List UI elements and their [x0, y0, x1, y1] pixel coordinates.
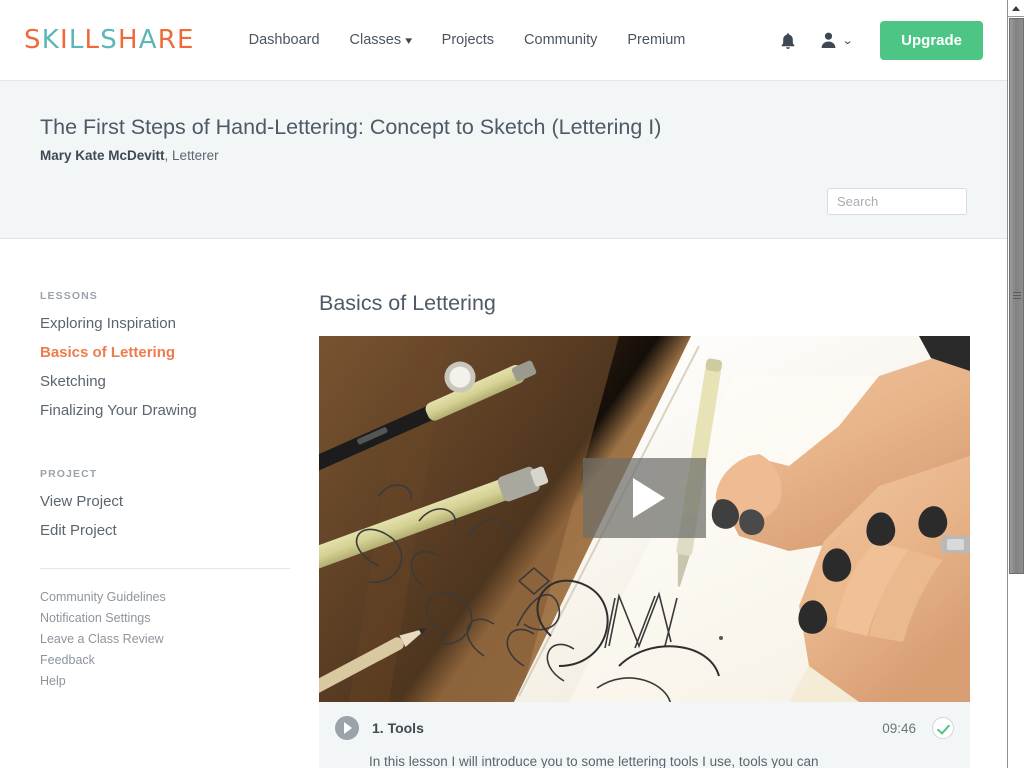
sidebar-project-link-0[interactable]: View Project — [40, 493, 290, 510]
nav-item-classes[interactable]: Classes ▾ — [335, 26, 427, 54]
sidebar-project-link-1[interactable]: Edit Project — [40, 522, 290, 539]
skillshare-logo[interactable]: SKILLSHARE — [24, 25, 195, 55]
lesson-row[interactable]: 1. Tools 09:46 — [319, 702, 970, 740]
logo-letter-8: R — [157, 25, 177, 55]
class-title: The First Steps of Hand-Lettering: Conce… — [40, 115, 662, 139]
scroll-up-button[interactable] — [1008, 0, 1024, 17]
nav-item-dashboard[interactable]: Dashboard — [234, 26, 335, 54]
search-input[interactable] — [827, 188, 967, 215]
logo-letter-1: K — [41, 25, 60, 55]
video-player[interactable] — [319, 336, 970, 702]
lesson-main: Basics of Lettering 1. Tools 09:46 In th… — [319, 239, 970, 768]
lessons-sidebar: LESSONS Exploring Inspiration Basics of L… — [40, 290, 290, 695]
sidebar-lesson-2[interactable]: Sketching — [40, 373, 290, 390]
author-role: , Letterer — [164, 148, 219, 163]
nav-item-premium[interactable]: Premium — [612, 26, 700, 54]
notifications-bell-icon[interactable] — [773, 26, 803, 56]
logo-letter-2: I — [59, 25, 69, 55]
chevron-down-icon: ⌄ — [841, 35, 854, 47]
site-header: SKILLSHARE Dashboard Classes ▾ Projects Comm… — [0, 0, 1007, 81]
sidebar-footer-link-3[interactable]: Feedback — [40, 653, 290, 667]
page-content: LESSONS Exploring Inspiration Basics of L… — [0, 239, 1007, 768]
class-author: Mary Kate McDevitt, Letterer — [40, 148, 219, 163]
nav-item-community[interactable]: Community — [509, 26, 612, 54]
nav-item-label: Dashboard — [248, 32, 320, 48]
logo-letter-3: L — [68, 25, 85, 55]
logo-letter-9: E — [176, 25, 195, 55]
sidebar-lessons-heading: LESSONS — [40, 290, 98, 302]
sidebar-footer-link-4[interactable]: Help — [40, 674, 290, 688]
play-button-overlay[interactable] — [583, 458, 706, 538]
logo-letter-6: H — [117, 25, 139, 55]
sidebar-footer-links: Community Guidelines Notification Setting… — [40, 590, 290, 688]
vertical-scrollbar[interactable] — [1007, 0, 1024, 768]
sidebar-lesson-0[interactable]: Exploring Inspiration — [40, 315, 290, 332]
lesson-description-wrap: In this lesson I will introduce you to s… — [319, 740, 970, 768]
sidebar-project-heading: PROJECT — [40, 468, 98, 480]
logo-letter-4: L — [84, 25, 101, 55]
sidebar-lesson-1[interactable]: Basics of Lettering — [40, 344, 290, 361]
sidebar-lesson-3[interactable]: Finalizing Your Drawing — [40, 402, 290, 419]
chevron-down-icon: ▾ — [405, 35, 413, 47]
logo-letter-0: S — [24, 25, 42, 55]
logo-letter-7: A — [138, 25, 158, 55]
user-icon — [819, 31, 838, 50]
lesson-title: 1. Tools — [372, 720, 424, 736]
lesson-duration: 09:46 — [882, 720, 916, 736]
scrollbar-grip — [1013, 292, 1021, 300]
page-title: Basics of Lettering — [319, 291, 496, 315]
lesson-play-icon[interactable] — [335, 716, 359, 740]
scrollbar-thumb[interactable] — [1009, 18, 1024, 574]
sidebar-footer-link-1[interactable]: Notification Settings — [40, 611, 290, 625]
nav-item-label: Projects — [441, 32, 495, 48]
account-menu[interactable]: ⌄ — [819, 31, 854, 50]
main-navigation: Dashboard Classes ▾ Projects Community Premiu… — [234, 26, 701, 54]
lesson-description: In this lesson I will introduce you to s… — [369, 754, 819, 768]
nav-item-label: Classes — [349, 32, 402, 48]
header-actions: ⌄ Upgrade — [773, 0, 1007, 81]
nav-item-label: Community — [524, 32, 598, 48]
lesson-completed-check-icon — [932, 717, 954, 739]
nav-item-label: Premium — [627, 32, 686, 48]
page-root: SKILLSHARE Dashboard Classes ▾ Projects Comm… — [0, 0, 1024, 768]
sidebar-footer-link-2[interactable]: Leave a Class Review — [40, 632, 290, 646]
play-icon — [632, 478, 665, 518]
sidebar-footer-link-0[interactable]: Community Guidelines — [40, 590, 290, 604]
nav-item-projects[interactable]: Projects — [427, 26, 509, 54]
class-header: The First Steps of Hand-Lettering: Conce… — [0, 81, 1007, 323]
sidebar-divider — [40, 568, 290, 569]
logo-letter-5: S — [100, 25, 118, 55]
sidebar-lessons-list: Exploring Inspiration Basics of Lettering… — [40, 315, 290, 419]
upgrade-button[interactable]: Upgrade — [880, 21, 983, 60]
sidebar-project-list: View Project Edit Project — [40, 493, 290, 539]
author-name[interactable]: Mary Kate McDevitt — [40, 148, 165, 163]
